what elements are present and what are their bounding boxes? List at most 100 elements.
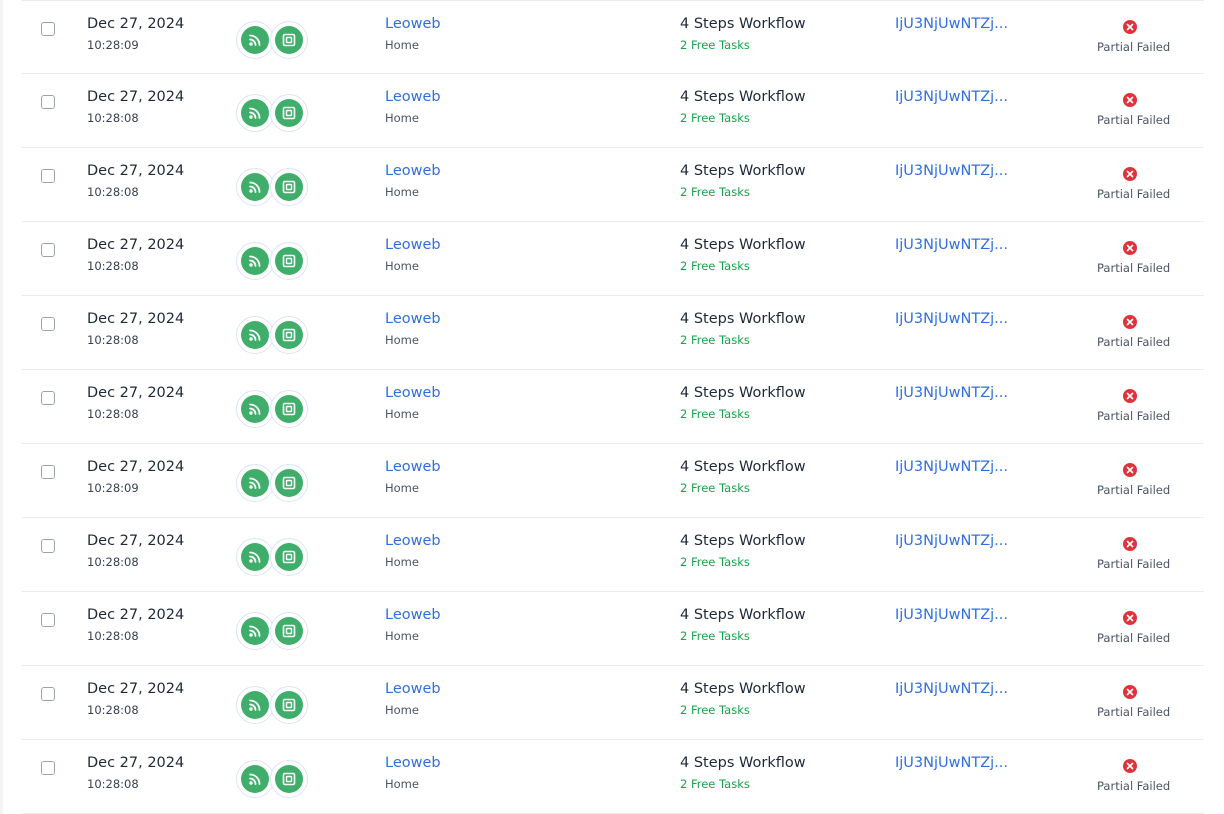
connection-subtitle: Home xyxy=(385,38,419,52)
table-row[interactable]: Dec 27, 2024 10:28:08 Leoweb Home 4 Step… xyxy=(22,148,1204,222)
task-id-link[interactable]: IjU3NjUwNTZj... xyxy=(895,533,1008,549)
connection-link[interactable]: Leoweb xyxy=(385,681,441,697)
workflow-name: 4 Steps Workflow xyxy=(680,16,806,32)
task-id-link[interactable]: IjU3NjUwNTZj... xyxy=(895,311,1008,327)
connection-link[interactable]: Leoweb xyxy=(385,385,441,401)
connection-link[interactable]: Leoweb xyxy=(385,755,441,771)
table-row[interactable]: Dec 27, 2024 10:28:08 Leoweb Home 4 Step… xyxy=(22,296,1204,370)
table-row[interactable]: Dec 27, 2024 10:28:08 Leoweb Home 4 Step… xyxy=(22,370,1204,444)
table-row[interactable]: Dec 27, 2024 10:28:08 Leoweb Home 4 Step… xyxy=(22,518,1204,592)
scan-frame-icon xyxy=(270,686,308,724)
connection-subtitle: Home xyxy=(385,629,419,643)
task-id-link[interactable]: IjU3NjUwNTZj... xyxy=(895,681,1008,697)
scan-frame-icon xyxy=(270,538,308,576)
task-id-link[interactable]: IjU3NjUwNTZj... xyxy=(895,237,1008,253)
row-checkbox[interactable] xyxy=(41,243,55,257)
status-label: Partial Failed xyxy=(1097,483,1171,497)
status-label: Partial Failed xyxy=(1097,631,1171,645)
rss-feed-icon xyxy=(236,242,274,280)
workflow-name: 4 Steps Workflow xyxy=(680,89,806,105)
x-circle-icon xyxy=(1123,463,1137,477)
time-text: 10:28:08 xyxy=(87,555,139,569)
task-id-link[interactable]: IjU3NjUwNTZj... xyxy=(895,755,1008,771)
connection-subtitle: Home xyxy=(385,407,419,421)
time-text: 10:28:08 xyxy=(87,629,139,643)
table-row[interactable]: Dec 27, 2024 10:28:08 Leoweb Home 4 Step… xyxy=(22,666,1204,740)
table-row[interactable]: Dec 27, 2024 10:28:08 Leoweb Home 4 Step… xyxy=(22,74,1204,148)
date-text: Dec 27, 2024 xyxy=(87,607,185,623)
date-text: Dec 27, 2024 xyxy=(87,237,185,253)
x-circle-icon xyxy=(1123,537,1137,551)
workflow-name: 4 Steps Workflow xyxy=(680,681,806,697)
workflow-name: 4 Steps Workflow xyxy=(680,459,806,475)
app-icons-group xyxy=(236,168,312,208)
connection-link[interactable]: Leoweb xyxy=(385,533,441,549)
task-history-panel: Dec 27, 2024 10:28:09 Leoweb Home 4 Step… xyxy=(3,0,1224,814)
connection-link[interactable]: Leoweb xyxy=(385,89,441,105)
row-checkbox[interactable] xyxy=(41,761,55,775)
status-label: Partial Failed xyxy=(1097,409,1171,423)
status-label: Partial Failed xyxy=(1097,557,1171,571)
table-row[interactable]: Dec 27, 2024 10:28:09 Leoweb Home 4 Step… xyxy=(22,0,1204,74)
date-text: Dec 27, 2024 xyxy=(87,89,185,105)
connection-link[interactable]: Leoweb xyxy=(385,16,441,32)
x-circle-icon xyxy=(1123,93,1137,107)
row-checkbox[interactable] xyxy=(41,95,55,109)
rss-feed-icon xyxy=(236,612,274,650)
scan-frame-icon xyxy=(270,464,308,502)
row-checkbox[interactable] xyxy=(41,22,55,36)
x-circle-icon xyxy=(1123,389,1137,403)
time-text: 10:28:08 xyxy=(87,333,139,347)
scan-frame-icon xyxy=(270,316,308,354)
date-text: Dec 27, 2024 xyxy=(87,755,185,771)
workflow-name: 4 Steps Workflow xyxy=(680,163,806,179)
x-circle-icon xyxy=(1123,20,1137,34)
table-row[interactable]: Dec 27, 2024 10:28:09 Leoweb Home 4 Step… xyxy=(22,444,1204,518)
scan-frame-icon xyxy=(270,390,308,428)
connection-subtitle: Home xyxy=(385,703,419,717)
task-id-link[interactable]: IjU3NjUwNTZj... xyxy=(895,16,1008,32)
free-tasks-label: 2 Free Tasks xyxy=(680,259,750,273)
row-checkbox[interactable] xyxy=(41,391,55,405)
task-id-link[interactable]: IjU3NjUwNTZj... xyxy=(895,607,1008,623)
free-tasks-label: 2 Free Tasks xyxy=(680,407,750,421)
connection-subtitle: Home xyxy=(385,777,419,791)
scan-frame-icon xyxy=(270,94,308,132)
task-id-link[interactable]: IjU3NjUwNTZj... xyxy=(895,459,1008,475)
free-tasks-label: 2 Free Tasks xyxy=(680,38,750,52)
table-row[interactable]: Dec 27, 2024 10:28:08 Leoweb Home 4 Step… xyxy=(22,592,1204,666)
connection-link[interactable]: Leoweb xyxy=(385,607,441,623)
date-text: Dec 27, 2024 xyxy=(87,385,185,401)
date-text: Dec 27, 2024 xyxy=(87,311,185,327)
free-tasks-label: 2 Free Tasks xyxy=(680,555,750,569)
row-checkbox[interactable] xyxy=(41,613,55,627)
connection-link[interactable]: Leoweb xyxy=(385,311,441,327)
date-text: Dec 27, 2024 xyxy=(87,533,185,549)
scan-frame-icon xyxy=(270,168,308,206)
row-checkbox[interactable] xyxy=(41,539,55,553)
connection-link[interactable]: Leoweb xyxy=(385,459,441,475)
row-checkbox[interactable] xyxy=(41,687,55,701)
table-row[interactable]: Dec 27, 2024 10:28:08 Leoweb Home 4 Step… xyxy=(22,740,1204,814)
date-text: Dec 27, 2024 xyxy=(87,459,185,475)
app-icons-group xyxy=(236,760,312,800)
row-checkbox[interactable] xyxy=(41,317,55,331)
task-id-link[interactable]: IjU3NjUwNTZj... xyxy=(895,89,1008,105)
rss-feed-icon xyxy=(236,390,274,428)
scan-frame-icon xyxy=(270,242,308,280)
task-history-table: Dec 27, 2024 10:28:09 Leoweb Home 4 Step… xyxy=(22,0,1204,814)
table-row[interactable]: Dec 27, 2024 10:28:08 Leoweb Home 4 Step… xyxy=(22,222,1204,296)
rss-feed-icon xyxy=(236,538,274,576)
task-id-link[interactable]: IjU3NjUwNTZj... xyxy=(895,385,1008,401)
connection-subtitle: Home xyxy=(385,259,419,273)
x-circle-icon xyxy=(1123,759,1137,773)
row-checkbox[interactable] xyxy=(41,465,55,479)
connection-link[interactable]: Leoweb xyxy=(385,237,441,253)
task-id-link[interactable]: IjU3NjUwNTZj... xyxy=(895,163,1008,179)
app-icons-group xyxy=(236,242,312,282)
connection-link[interactable]: Leoweb xyxy=(385,163,441,179)
x-circle-icon xyxy=(1123,167,1137,181)
time-text: 10:28:09 xyxy=(87,481,139,495)
row-checkbox[interactable] xyxy=(41,169,55,183)
scan-frame-icon xyxy=(270,760,308,798)
